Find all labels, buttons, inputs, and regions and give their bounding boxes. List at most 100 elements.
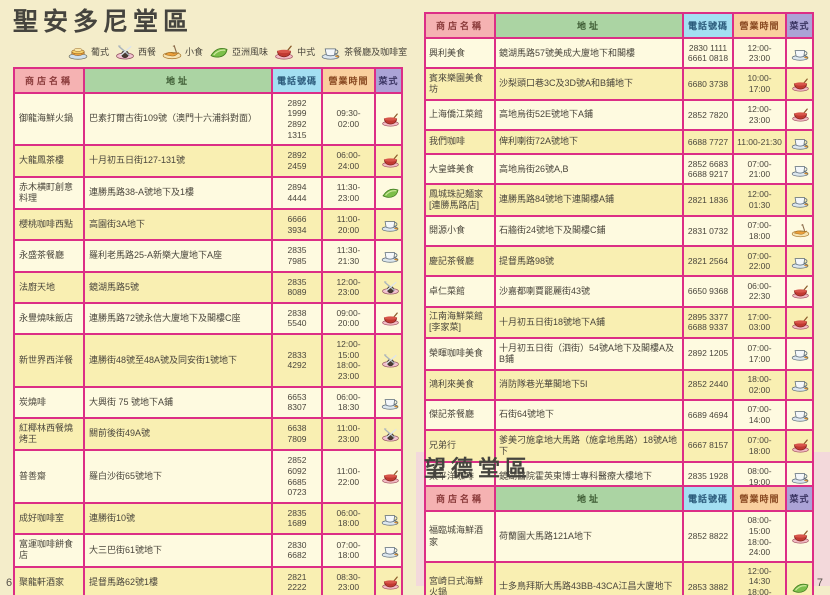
cafe-icon [380, 217, 401, 232]
address-cell: 羅利老馬路25-A新樂大廈地下A座 [84, 240, 272, 271]
shop-name-cell: 鴻利來美食 [425, 370, 495, 400]
table-row: 聚龍軒酒家 提督馬路62號1樓 2821 2222 08:30-23:00 [14, 567, 402, 595]
table-header-row: 商店名稱 地址 電話號碼 營業時間 菜式 [425, 13, 813, 38]
address-cell: 連勝街48號至48A號及同安街1號地下 [84, 334, 272, 387]
asian-icon [208, 44, 230, 60]
chinese-icon [790, 77, 811, 92]
phone-cell: 2853 3882 [683, 562, 733, 595]
cafe-icon [790, 193, 811, 208]
cafe-icon [790, 162, 811, 177]
cafe-icon [380, 248, 401, 263]
legend-label: 中式 [297, 45, 315, 58]
address-cell: 連勝街10號 [84, 503, 272, 534]
cuisine-cell [786, 338, 813, 370]
chinese-icon [380, 311, 401, 326]
cuisine-cell [786, 307, 813, 339]
hours-cell: 12:00-14:30 18:00-24:00 [733, 562, 786, 595]
chinese-icon [790, 529, 811, 544]
cuisine-cell [786, 511, 813, 562]
phone-cell: 6666 3934 [272, 209, 322, 240]
address-cell: 提督馬路62號1樓 [84, 567, 272, 595]
address-cell: 石街64號地下 [495, 400, 683, 430]
col-header-hours: 營業時間 [733, 486, 786, 511]
shop-name-cell: 紅椰林西餐燒烤王 [14, 418, 84, 451]
table-row: 紅椰林西餐燒烤王 關前後街49A號 6638 7809 11:00-23:00 [14, 418, 402, 451]
col-header-cuisine: 菜式 [786, 13, 813, 38]
address-cell: 連勝馬路84號地下連閣樓A鋪 [495, 184, 683, 216]
legend-item: 西餐 [114, 44, 156, 60]
address-cell: 俾利喇街72A號地下 [495, 130, 683, 154]
cuisine-cell [375, 240, 402, 271]
hours-cell: 18:00-02:00 [733, 370, 786, 400]
cafe-icon [790, 135, 811, 150]
chinese-icon [273, 44, 295, 60]
address-cell: 鏡湖馬路57號美成大廈地下和閣樓 [495, 38, 683, 68]
phone-cell: 2892 1999 2892 1315 [272, 93, 322, 146]
chinese-icon [380, 469, 401, 484]
portuguese-icon [67, 44, 89, 60]
chinese-icon [380, 153, 401, 168]
shop-name-cell: 宮崎日式海鮮火鍋 [425, 562, 495, 595]
col-header-hours: 營業時間 [322, 68, 375, 93]
hours-cell: 12:00-23:00 [733, 100, 786, 130]
table-row: 大龍鳳茶樓 十月初五日街127-131號 2892 2459 06:00-24:… [14, 145, 402, 176]
phone-cell: 2835 1689 [272, 503, 322, 534]
address-cell: 提督馬路98號 [495, 246, 683, 276]
chinese-icon [790, 315, 811, 330]
cuisine-cell [786, 400, 813, 430]
shop-name-cell: 永盛茶餐廳 [14, 240, 84, 271]
phone-cell: 6688 7727 [683, 130, 733, 154]
address-cell: 十月初五日街18號地下A鋪 [495, 307, 683, 339]
phone-cell: 6680 3738 [683, 68, 733, 100]
address-cell: 鏡湖馬路5號 [84, 272, 272, 303]
phone-cell: 2830 1111 6661 0818 [683, 38, 733, 68]
col-header-shop-name: 商店名稱 [425, 486, 495, 511]
legend-label: 茶餐廳及咖啡室 [344, 45, 407, 58]
hours-cell: 08:00-15:00 18:00-24:00 [733, 511, 786, 562]
district-title-santo-antonio: 聖安多尼堂區 [13, 8, 405, 37]
hours-cell: 06:00-24:00 [322, 145, 375, 176]
address-cell: 關前後街49A號 [84, 418, 272, 451]
cuisine-cell [786, 216, 813, 246]
shop-name-cell: 普善齋 [14, 450, 84, 503]
cuisine-cell [786, 370, 813, 400]
table-row: 鴻利來美食 消防隊巷光華閣地下5I 2852 2440 18:00-02:00 [425, 370, 813, 400]
shop-name-cell: 成好咖啡室 [14, 503, 84, 534]
cuisine-cell [786, 38, 813, 68]
hours-cell: 11:00-20:00 [322, 209, 375, 240]
phone-cell: 6689 4694 [683, 400, 733, 430]
directory-spread: 聖安多尼堂區 葡式 西餐 小食 [0, 0, 830, 595]
hours-cell: 08:30-23:00 [322, 567, 375, 595]
shop-name-cell: 法廚天地 [14, 272, 84, 303]
hours-cell: 07:00-18:00 [322, 534, 375, 567]
hours-cell: 10:00-17:00 [733, 68, 786, 100]
cafe-icon [790, 407, 811, 422]
shop-name-cell: 我們咖啡 [425, 130, 495, 154]
chinese-icon [790, 107, 811, 122]
address-cell: 巴素打爾古街109號（澳門十六浦斜對面） [84, 93, 272, 146]
cuisine-cell [786, 100, 813, 130]
table-row: 炭燒啡 大興街 75 號地下A鋪 6653 8307 06:00-18:30 [14, 387, 402, 418]
cuisine-legend: 葡式 西餐 小食 亞洲風味 中式 [67, 44, 405, 60]
snack-icon [790, 223, 811, 238]
phone-cell: 2830 6682 [272, 534, 322, 567]
hours-cell: 07:00-17:00 [733, 338, 786, 370]
legend-item: 葡式 [67, 44, 109, 60]
cuisine-cell [375, 387, 402, 418]
district-title-sao-lazaro: 望德堂區 [424, 456, 814, 481]
shop-name-cell: 新世界西洋餐 [14, 334, 84, 387]
phone-cell: 2892 2459 [272, 145, 322, 176]
page-number-right: 7 [817, 577, 823, 589]
phone-cell: 2833 4292 [272, 334, 322, 387]
table-row: 成好咖啡室 連勝街10號 2835 1689 06:00-18:00 [14, 503, 402, 534]
legend-item: 小食 [161, 44, 203, 60]
phone-cell: 2894 4444 [272, 177, 322, 210]
table-row: 新世界西洋餐 連勝街48號至48A號及同安街1號地下 2833 4292 12:… [14, 334, 402, 387]
hours-cell: 11:30-21:30 [322, 240, 375, 271]
cuisine-cell [375, 272, 402, 303]
col-header-address: 地址 [495, 486, 683, 511]
hours-cell: 07:00-21:00 [733, 154, 786, 184]
hours-cell: 11:00-21:30 [733, 130, 786, 154]
table-row: 上海僑江菜館 高地烏街52E號地下A鋪 2852 7820 12:00-23:0… [425, 100, 813, 130]
legend-item: 亞洲風味 [208, 44, 268, 60]
